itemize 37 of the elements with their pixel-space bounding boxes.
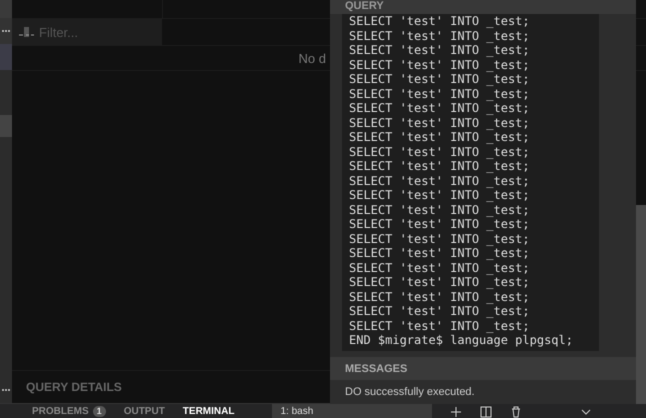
code-line: SELECT 'test' INTO _test; [349,246,530,260]
code-line: SELECT 'test' INTO _test; [349,318,530,333]
code-line: SELECT 'test' INTO _test; [349,217,530,232]
code-line: SELECT 'test' INTO _test; [349,72,530,86]
code-line: SELECT 'test' INTO _test; [349,202,530,217]
code-line: SELECT 'test' INTO _test; [349,86,530,101]
code-line: SELECT 'test' INTO _test; [349,159,530,174]
code-line: SELECT 'test' INTO _test; [349,28,530,43]
count-badge: 1 [92,406,106,417]
panel-tab[interactable]: TERMINAL [182,404,234,417]
split-icon[interactable] [480,406,492,418]
code-line: SELECT 'test' INTO _test; [349,232,530,246]
panel-tab[interactable]: OUTPUT [124,404,165,417]
scrollbar-thumb[interactable] [636,205,646,404]
code-line: SELECT 'test' INTO _test; [349,290,530,304]
plus-icon[interactable] [450,406,462,418]
code-line: SELECT 'test' INTO _test; [349,188,530,202]
terminal-dropdown[interactable]: 1: bash [272,404,432,418]
code-line: SELECT 'test' INTO _test; [349,43,530,58]
section-title: QUERY DETAILS [26,380,122,394]
code-line: SELECT 'test' INTO _test; [349,174,530,188]
code-line: END $migrate$ language plpgsql; [349,333,573,348]
code-line: SELECT 'test' INTO _test; [349,144,530,159]
code-line: SELECT 'test' INTO _test; [349,260,530,275]
code-line: SELECT 'test' INTO _test; [349,304,530,318]
code-line: SELECT 'test' INTO _test; [349,14,530,28]
message-text: DO successfully executed. [344,385,476,400]
trash-icon[interactable] [510,406,522,418]
code-line: SELECT 'test' INTO _test; [349,130,530,144]
code-line: SELECT 'test' INTO _test; [349,58,530,72]
section-title: QUERY [330,0,636,14]
empty-message: No d [298,50,326,66]
code-line: SELECT 'test' INTO _test; [349,275,530,290]
panel-tab[interactable]: PROBLEMS 1 [32,404,106,417]
code-line: SELECT 'test' INTO _test; [349,101,530,116]
section-title: MESSAGES [330,357,636,380]
code-line: SELECT 'test' INTO _test; [349,116,530,130]
